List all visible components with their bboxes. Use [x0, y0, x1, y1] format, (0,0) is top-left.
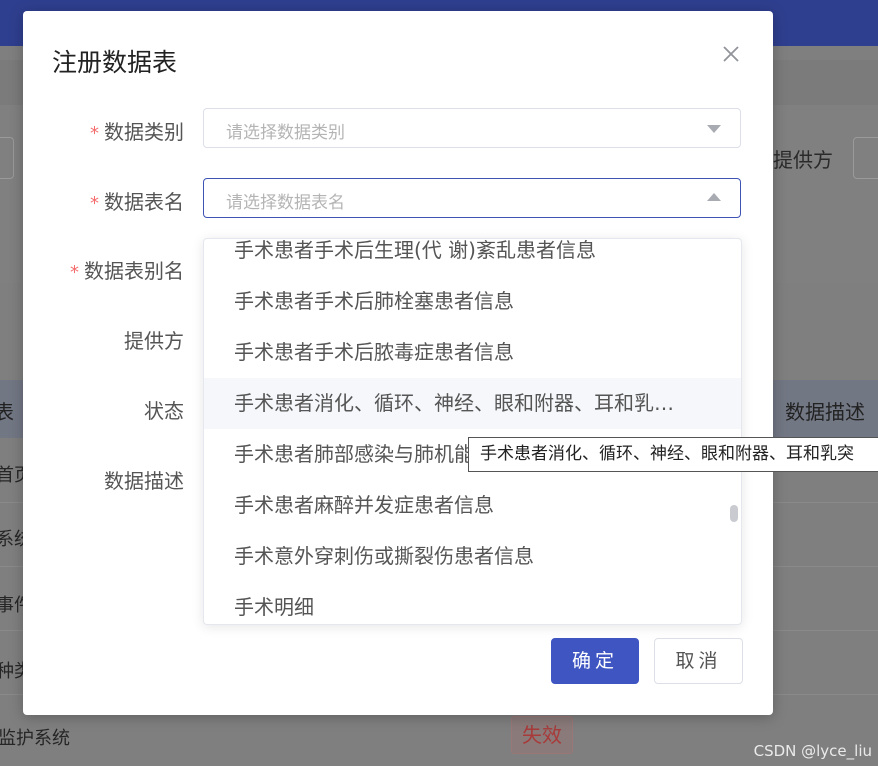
filter-provider-input — [853, 137, 878, 179]
required-asterisk: * — [90, 123, 99, 144]
dropdown-option[interactable]: 手术患者手术后脓毒症患者信息 — [204, 327, 741, 378]
table-header-description: 数据描述 — [785, 400, 865, 424]
table-alias-label: * 数据表别名 — [70, 259, 184, 283]
category-select[interactable]: 请选择数据类别 — [203, 108, 741, 148]
dropdown-option[interactable]: 手术患者手术后生理(代 谢)紊乱患者信息 — [204, 239, 741, 276]
close-icon[interactable] — [721, 44, 741, 64]
table-row-cell: 监护系统 — [0, 728, 70, 749]
table-name-dropdown: 手术患者手术后生理(代 谢)紊乱患者信息 手术患者手术后肺栓塞患者信息 手术患者… — [203, 238, 742, 625]
dropdown-option[interactable]: 手术患者手术后肺栓塞患者信息 — [204, 276, 741, 327]
status-label: 状态 — [144, 399, 184, 423]
category-placeholder: 请选择数据类别 — [226, 123, 345, 143]
confirm-button[interactable]: 确定 — [551, 638, 639, 684]
chevron-down-icon — [707, 125, 721, 133]
dropdown-list: 手术患者手术后生理(代 谢)紊乱患者信息 手术患者手术后肺栓塞患者信息 手术患者… — [204, 239, 741, 624]
required-asterisk: * — [70, 262, 79, 283]
status-badge: 失效 — [511, 716, 573, 754]
dropdown-option[interactable]: 手术患者麻醉并发症患者信息 — [204, 480, 741, 531]
table-header-cell: 表 — [0, 400, 14, 424]
required-asterisk: * — [90, 193, 99, 214]
dialog-title: 注册数据表 — [52, 48, 178, 77]
dropdown-option[interactable]: 手术明细 — [204, 582, 741, 624]
provider-label: 提供方 — [124, 329, 184, 353]
watermark: CSDN @lyce_liu — [753, 742, 872, 760]
chevron-up-icon — [707, 193, 721, 201]
filter-input-left — [0, 137, 14, 179]
dropdown-option-hovered[interactable]: 手术患者消化、循环、神经、眼和附器、耳和乳… — [204, 378, 741, 429]
table-name-placeholder: 请选择数据表名 — [226, 193, 345, 213]
table-name-select[interactable]: 请选择数据表名 — [203, 178, 741, 218]
cancel-button[interactable]: 取消 — [654, 638, 743, 684]
description-label: 数据描述 — [104, 469, 184, 493]
filter-provider-label: 提供方 — [773, 148, 833, 172]
table-name-label: * 数据表名 — [90, 190, 184, 214]
option-tooltip: 手术患者消化、循环、神经、眼和附器、耳和乳突 — [468, 437, 878, 472]
dropdown-option[interactable]: 手术意外穿刺伤或撕裂伤患者信息 — [204, 531, 741, 582]
dropdown-scrollbar[interactable] — [730, 505, 738, 522]
category-label: * 数据类别 — [90, 120, 184, 144]
